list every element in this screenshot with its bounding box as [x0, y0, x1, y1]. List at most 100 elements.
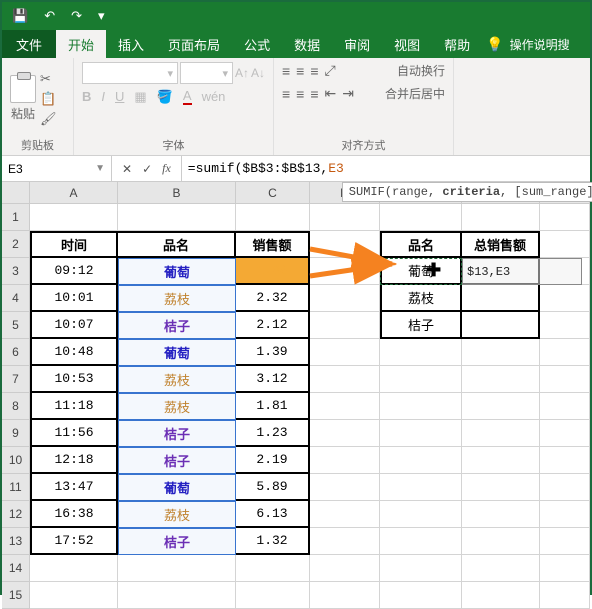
cell[interactable]: 6.13: [236, 501, 310, 528]
cell[interactable]: [462, 447, 540, 474]
enter-formula-icon[interactable]: ✓: [142, 162, 152, 176]
row-header[interactable]: 11: [2, 474, 30, 501]
cell[interactable]: 时间: [30, 231, 118, 258]
cell[interactable]: [540, 555, 590, 582]
cell[interactable]: [462, 285, 540, 312]
border-button[interactable]: ▦: [134, 89, 146, 105]
row-header[interactable]: 7: [2, 366, 30, 393]
cell[interactable]: 葡萄: [118, 258, 236, 285]
cell[interactable]: [462, 366, 540, 393]
cut-icon[interactable]: ✂: [40, 71, 57, 87]
row-header[interactable]: 9: [2, 420, 30, 447]
row-header[interactable]: 5: [2, 312, 30, 339]
cell[interactable]: [30, 204, 118, 231]
tab-help[interactable]: 帮助: [432, 30, 482, 58]
paste-button[interactable]: 粘贴: [10, 75, 36, 122]
cell[interactable]: [462, 528, 540, 555]
cell[interactable]: 11:56: [30, 420, 118, 447]
cell[interactable]: [310, 231, 380, 258]
cell[interactable]: [540, 258, 590, 285]
cell[interactable]: [380, 474, 462, 501]
cell[interactable]: 11:18: [30, 393, 118, 420]
cell[interactable]: [540, 474, 590, 501]
cell[interactable]: [30, 582, 118, 609]
indent-decrease-icon[interactable]: ⇤: [325, 85, 337, 102]
cell[interactable]: [118, 204, 236, 231]
font-name-combo[interactable]: ▾: [82, 62, 178, 84]
redo-icon[interactable]: ↷: [67, 6, 86, 26]
cell[interactable]: 荔枝: [118, 393, 236, 420]
font-size-combo[interactable]: ▾: [180, 62, 233, 84]
cell[interactable]: [310, 501, 380, 528]
cell[interactable]: [462, 312, 540, 339]
cell[interactable]: [310, 555, 380, 582]
cell[interactable]: [380, 204, 462, 231]
cell[interactable]: [310, 258, 380, 285]
fill-color-button[interactable]: 🪣: [157, 89, 173, 105]
cell[interactable]: 荔枝: [118, 285, 236, 312]
cell[interactable]: [380, 582, 462, 609]
cell[interactable]: 09:12: [30, 258, 118, 285]
cell[interactable]: [380, 420, 462, 447]
worksheet[interactable]: 123456789101112131415 ABCDEFG $13,E3 ✚ 时…: [2, 182, 590, 609]
row-header[interactable]: 4: [2, 285, 30, 312]
cell[interactable]: [380, 447, 462, 474]
cell[interactable]: [540, 204, 590, 231]
row-header[interactable]: 13: [2, 528, 30, 555]
bold-button[interactable]: B: [82, 89, 91, 104]
select-all-corner[interactable]: [2, 182, 30, 204]
cell[interactable]: [540, 501, 590, 528]
cell[interactable]: [236, 555, 310, 582]
cell[interactable]: 桔子: [118, 312, 236, 339]
tab-review[interactable]: 审阅: [332, 30, 382, 58]
shrink-font-icon[interactable]: A↓: [251, 66, 265, 80]
tell-me[interactable]: 💡 操作说明搜: [486, 30, 569, 58]
copy-icon[interactable]: 📋: [40, 91, 57, 107]
cell[interactable]: 10:07: [30, 312, 118, 339]
cell[interactable]: 桔子: [380, 312, 462, 339]
cell[interactable]: [540, 339, 590, 366]
grow-font-icon[interactable]: A↑: [235, 66, 249, 80]
tab-insert[interactable]: 插入: [106, 30, 156, 58]
cell[interactable]: 3.12: [236, 366, 310, 393]
cell[interactable]: 1.81: [236, 393, 310, 420]
orientation-icon[interactable]: ⤢: [325, 62, 336, 79]
cell[interactable]: 1.23: [236, 420, 310, 447]
cell[interactable]: 2.32: [236, 285, 310, 312]
undo-icon[interactable]: ↶: [40, 6, 59, 26]
underline-button[interactable]: U: [115, 89, 124, 104]
cell[interactable]: [462, 420, 540, 447]
cell[interactable]: 桔子: [118, 528, 236, 555]
cell[interactable]: 10:53: [30, 366, 118, 393]
tab-layout[interactable]: 页面布局: [156, 30, 232, 58]
cell[interactable]: 桔子: [118, 447, 236, 474]
merge-center-button[interactable]: 合并后居中: [385, 85, 445, 102]
cell[interactable]: [540, 393, 590, 420]
cell[interactable]: [540, 366, 590, 393]
cell[interactable]: 葡萄: [118, 474, 236, 501]
cell[interactable]: [30, 555, 118, 582]
cell[interactable]: [462, 258, 540, 285]
cell[interactable]: [462, 582, 540, 609]
cell[interactable]: [540, 312, 590, 339]
row-header[interactable]: 6: [2, 339, 30, 366]
cell[interactable]: 13:47: [30, 474, 118, 501]
cell[interactable]: [310, 339, 380, 366]
cell[interactable]: [118, 582, 236, 609]
align-center-icon[interactable]: ≡: [296, 86, 304, 102]
indent-increase-icon[interactable]: ⇥: [342, 85, 354, 102]
cell[interactable]: 16:38: [30, 501, 118, 528]
format-painter-icon[interactable]: 🖌: [40, 111, 57, 127]
name-box[interactable]: E3 ▼: [2, 156, 112, 181]
cell[interactable]: 荔枝: [118, 501, 236, 528]
tab-formulas[interactable]: 公式: [232, 30, 282, 58]
cell[interactable]: [310, 474, 380, 501]
tab-home[interactable]: 开始: [56, 30, 106, 58]
cell[interactable]: [310, 582, 380, 609]
cell[interactable]: [380, 339, 462, 366]
qat-dropdown[interactable]: ▾: [94, 6, 109, 26]
cell[interactable]: 总销售额: [462, 231, 540, 258]
align-right-icon[interactable]: ≡: [310, 86, 318, 102]
cell[interactable]: [310, 447, 380, 474]
italic-button[interactable]: I: [101, 89, 105, 104]
